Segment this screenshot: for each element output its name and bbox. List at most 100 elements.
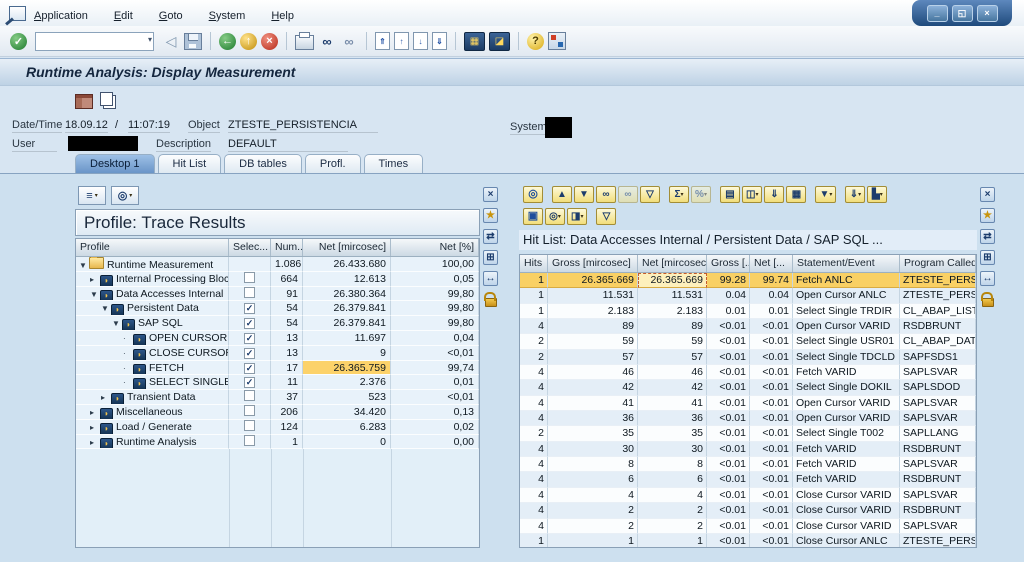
select-checkbox[interactable]: ✓ [244,363,255,374]
tree-row[interactable]: ▸◗Load / Generate1246.2830,02 [76,420,479,435]
show-details-icon[interactable]: ◎ [523,186,543,203]
column-header-net[interactable]: Net [... [750,255,793,272]
print-icon[interactable]: ▤ [720,186,740,203]
expander-closed-icon[interactable]: ▸ [90,436,99,450]
table-row[interactable]: 126.365.66926.365.66999.2899.74Fetch ANL… [520,273,976,288]
expander-open-icon[interactable]: ▼ [79,259,88,272]
select-checkbox[interactable] [244,390,255,401]
zoom-icon[interactable]: ◎▾ [545,208,565,225]
last-page-icon[interactable]: ⇓ [432,32,447,50]
tree-row[interactable]: ·◗SELECT SINGLE✓112.3760,01 [76,375,479,390]
zoom-icon[interactable]: ◎▾ [111,186,139,205]
restore-button[interactable]: ◱ [952,5,973,22]
select-checkbox[interactable]: ✓ [244,318,255,329]
tree-row[interactable]: ▼Runtime Measurement1.08626.433.680100,0… [76,257,479,272]
select-checkbox[interactable]: ✓ [244,303,255,314]
select-checkbox[interactable] [244,420,255,431]
table-row[interactable]: 422<0.01<0.01Close Cursor VARIDSAPLSVAR [520,519,976,534]
unlock-icon[interactable] [483,292,498,307]
export-icon[interactable]: ⇓ [764,186,784,203]
enter-icon[interactable]: ✓ [10,33,27,50]
menu-item-system[interactable]: System [209,10,246,22]
cancel-icon[interactable]: × [261,33,278,50]
list-settings-icon[interactable]: ≡▾ [78,186,106,205]
expander-closed-icon[interactable]: ▸ [90,406,99,420]
expander-closed-icon[interactable]: ▸ [101,391,110,405]
select-checkbox[interactable] [244,405,255,416]
table-settings-icon[interactable]: ▦ [786,186,806,203]
tree-row[interactable]: ·◗OPEN CURSOR✓1311.6970,04 [76,331,479,346]
select-checkbox[interactable]: ✓ [244,333,255,344]
tab-desktop-1[interactable]: Desktop 1 [75,154,155,174]
sort-ascending-icon[interactable]: ▲ [552,186,572,203]
table-row[interactable]: 12.1832.1830.010.01Select Single TRDIRCL… [520,304,976,319]
tree-row[interactable]: ·◗FETCH✓1726.365.75999,74 [76,361,479,376]
views-icon[interactable]: ◫▾ [742,186,762,203]
create-shortcut-icon[interactable]: ◪ [489,32,510,51]
select-checkbox[interactable] [244,287,255,298]
system-menu-icon[interactable] [9,6,26,21]
column-header-profile[interactable]: Profile [76,239,229,256]
sort-descending-icon[interactable]: ▼ [574,186,594,203]
select-checkbox[interactable] [244,435,255,446]
find-icon[interactable]: ∞ [318,31,336,51]
display-variant-icon[interactable]: ◨▾ [567,208,587,225]
table-row[interactable]: 48989<0.01<0.01Open Cursor VARIDRSDBRUNT [520,319,976,334]
exit-icon[interactable]: ↑ [240,33,257,50]
table-row[interactable]: 111<0.01<0.01Close Cursor ANLCZTESTE_PER… [520,534,976,548]
table-row[interactable]: 25959<0.01<0.01Select Single USR01CL_ABA… [520,334,976,349]
total-icon[interactable]: Σ▾ [669,186,689,203]
tree-row[interactable]: ▸◗Transient Data37523<0,01 [76,390,479,405]
table-row[interactable]: 466<0.01<0.01Fetch VARIDRSDBRUNT [520,472,976,487]
copy-icon[interactable] [103,95,116,109]
table-row[interactable]: 488<0.01<0.01Fetch VARIDSAPLSVAR [520,457,976,472]
menu-item-application[interactable]: Application [34,10,88,22]
set-filter-icon[interactable]: ▽ [640,186,660,203]
find-icon[interactable]: ∞ [596,186,616,203]
close-panel-icon[interactable]: × [980,187,995,202]
column-header-gross-mircosec[interactable]: Gross [mircosec] [548,255,638,272]
column-header-statement-event[interactable]: Statement/Event [793,255,900,272]
table-row[interactable]: 43636<0.01<0.01Open Cursor VARIDSAPLSVAR [520,411,976,426]
load-layout-icon[interactable]: ⇓▾ [845,186,865,203]
menu-item-goto[interactable]: Goto [159,10,183,22]
tree-row[interactable]: ▼◗Data Accesses Internal9126.380.36499,8… [76,287,479,302]
unlock-icon[interactable] [980,292,995,307]
expander-open-icon[interactable]: ▼ [101,302,110,316]
column-header-net-mircosec[interactable]: Net [mircosec] [303,239,391,256]
graphic-icon[interactable]: ▙▾ [867,186,887,203]
command-dropdown-icon[interactable]: ▾ [148,35,152,44]
close-button[interactable]: × [977,5,998,22]
tab-times[interactable]: Times [364,154,424,174]
table-row[interactable]: 444<0.01<0.01Close Cursor VARIDSAPLSVAR [520,488,976,503]
print-icon[interactable] [295,35,314,50]
continue-icon[interactable]: ◁ [162,31,180,51]
tab-hit-list[interactable]: Hit List [158,154,222,174]
expander-open-icon[interactable]: ▼ [112,317,121,331]
select-checkbox[interactable]: ✓ [244,377,255,388]
menu-item-help[interactable]: Help [271,10,294,22]
full-screen-icon[interactable]: ⊞ [980,250,995,265]
select-checkbox[interactable]: ✓ [244,348,255,359]
tree-row[interactable]: ▸◗Runtime Analysis100,00 [76,435,479,450]
tree-row[interactable]: ▼◗SAP SQL✓5426.379.84199,80 [76,316,479,331]
swap-panels-icon[interactable]: ⇄ [980,229,995,244]
define-filter-icon[interactable]: ▽ [596,208,616,225]
full-screen-icon[interactable]: ▣ [523,208,543,225]
previous-page-icon[interactable]: ↑ [394,32,409,50]
table-edit-icon[interactable] [75,94,93,109]
tab-db-tables[interactable]: DB tables [224,154,302,174]
minimum-icon[interactable]: ▼▾ [815,186,836,203]
minimize-button[interactable]: _ [927,5,948,22]
column-header-selec[interactable]: Selec... [229,239,271,256]
new-window-icon[interactable]: ★ [980,208,995,223]
column-header-hits[interactable]: Hits [520,255,548,272]
menu-item-edit[interactable]: Edit [114,10,133,22]
table-row[interactable]: 43030<0.01<0.01Fetch VARIDRSDBRUNT [520,442,976,457]
close-panel-icon[interactable]: × [483,187,498,202]
find-next-icon[interactable]: ∞ [340,31,358,51]
tree-row[interactable]: ·◗CLOSE CURSOR✓139<0,01 [76,346,479,361]
expander-closed-icon[interactable]: ▸ [90,421,99,435]
table-row[interactable]: 23535<0.01<0.01Select Single T002SAPLLAN… [520,426,976,441]
command-input[interactable] [35,32,154,51]
